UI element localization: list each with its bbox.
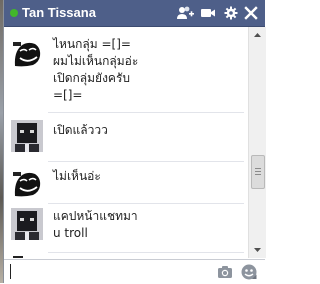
message-list[interactable]: ไหนกลุ่ม =[]= ผมไม่เห็นกลุ่มอ่ะ เปิดกลุ่… xyxy=(4,27,248,258)
chat-title[interactable]: Tan Tissana xyxy=(22,5,96,21)
scroll-up-button[interactable] xyxy=(249,27,266,43)
message-line: =[]= xyxy=(53,88,83,102)
message-scrollbar[interactable] xyxy=(248,27,266,258)
message-text: ไหนกลุ่ม =[]= ผมไม่เห็นกลุ่มอ่ะ เปิดกลุ่… xyxy=(53,36,243,104)
message-divider xyxy=(48,252,244,253)
troll-avatar[interactable] xyxy=(11,36,43,68)
message-line: แคปหน้าแชทมา xyxy=(53,209,138,223)
close-icon[interactable] xyxy=(244,5,258,21)
message-line: ไหนกลุ่ม =[]= xyxy=(53,37,131,51)
message-text: เปิดแล้ววว xyxy=(53,122,243,139)
robot-avatar[interactable] xyxy=(11,120,43,152)
grip-icon xyxy=(255,168,261,175)
scroll-down-button[interactable] xyxy=(249,242,266,258)
text-caret xyxy=(10,264,11,279)
message-text: ไม่เห็นอ่ะ xyxy=(53,168,243,185)
message-line: เปิดกลุ่มยังครับ xyxy=(53,71,131,85)
message-divider xyxy=(48,112,244,113)
add-friends-icon[interactable] xyxy=(176,5,194,21)
online-status-icon xyxy=(10,9,18,17)
message-line: ผมไม่เห็นกลุ่มอ่ะ xyxy=(53,54,139,68)
message-divider xyxy=(48,161,244,162)
camera-icon[interactable] xyxy=(217,264,233,280)
message-input[interactable] xyxy=(8,262,208,280)
troll-avatar[interactable] xyxy=(11,166,43,198)
robot-avatar[interactable] xyxy=(11,208,43,240)
arrow-down-icon xyxy=(254,248,261,252)
chat-window: Tan Tissana ไหนกลุ่ม =[]= ผมไม่เห็นกลุ่ม… xyxy=(3,0,266,284)
message-text: แคปหน้าแชทมา u troll xyxy=(53,208,243,242)
gear-icon[interactable] xyxy=(223,5,239,21)
message-line: เปิดแล้ววว xyxy=(53,123,108,137)
arrow-up-icon xyxy=(254,33,261,37)
message-line: u troll xyxy=(53,226,88,240)
scrollbar-thumb[interactable] xyxy=(251,155,265,189)
chat-titlebar[interactable]: Tan Tissana xyxy=(4,0,265,27)
sticker-icon[interactable] xyxy=(240,263,258,281)
troll-avatar[interactable] xyxy=(11,256,43,258)
message-line: ไม่เห็นอ่ะ xyxy=(53,169,101,183)
composer-bar xyxy=(4,259,265,284)
video-call-icon[interactable] xyxy=(200,5,216,21)
message-divider xyxy=(48,203,244,204)
